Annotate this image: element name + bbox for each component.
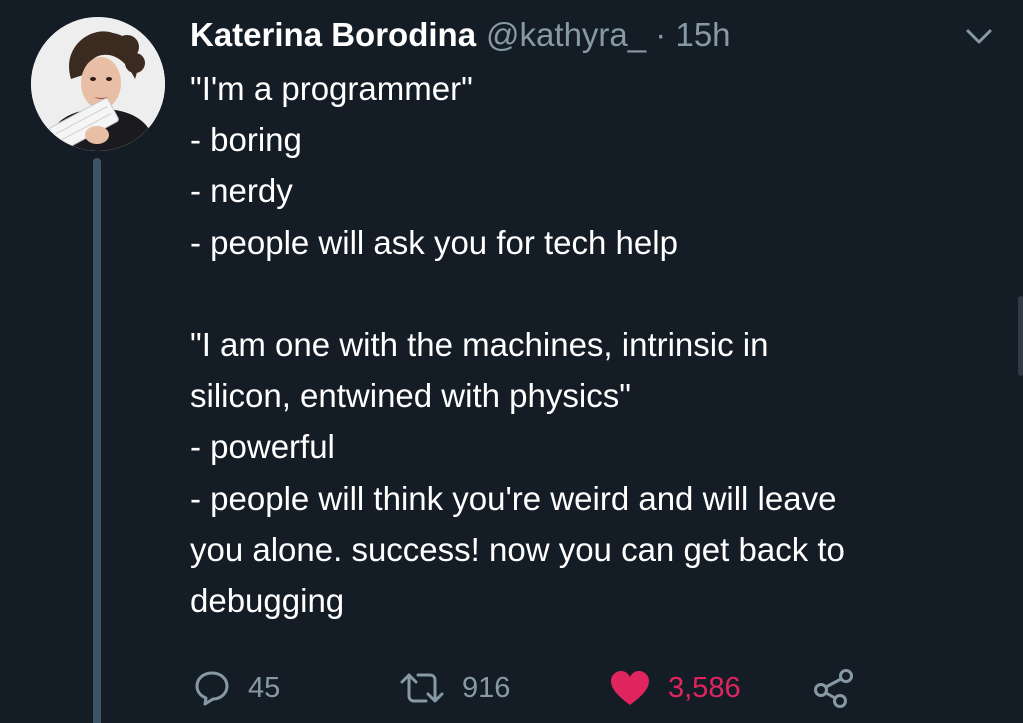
retweet-icon	[400, 673, 444, 703]
tweet-card: Katerina Borodina @kathyra_ · 15h "I'm a …	[0, 0, 1023, 723]
tweet-menu-button[interactable]	[960, 22, 998, 50]
tweet-text-line: silicon, entwined with physics"	[190, 377, 631, 415]
tweet-timestamp[interactable]: 15h	[675, 16, 730, 53]
scrollbar[interactable]	[1018, 296, 1023, 376]
tweet-text-line	[190, 268, 990, 319]
thread-line	[93, 158, 101, 723]
tweet-text-line: "I am one with the machines, intrinsic i…	[190, 325, 769, 363]
tweet-text-line: - nerdy	[190, 172, 293, 210]
tweet-text-line: debugging	[190, 581, 345, 619]
reply-icon	[195, 671, 229, 706]
tweet-text-line: - people will think you're weird and wil…	[190, 479, 837, 517]
chevron-down-icon	[966, 29, 992, 44]
tweet-header: Katerina Borodina @kathyra_ · 15h	[190, 12, 731, 58]
retweet-button[interactable]: 916	[398, 664, 510, 712]
share-button[interactable]	[812, 664, 856, 712]
reply-button[interactable]: 45	[192, 664, 280, 712]
share-icon	[814, 669, 853, 708]
tweet-text-line: - people will ask you for tech help	[190, 223, 678, 261]
like-button[interactable]: 3,586	[608, 664, 741, 712]
avatar[interactable]	[31, 17, 165, 151]
tweet-text-line: "I'm a programmer"	[190, 70, 473, 107]
tweet-text-line: - boring	[190, 121, 302, 159]
tweet-actions: 45 916 3,586	[192, 664, 892, 712]
tweet-text-line: you alone. success! now you can get back…	[190, 530, 845, 568]
header-separator: ·	[655, 16, 667, 53]
author-display-name[interactable]: Katerina Borodina	[190, 16, 476, 53]
tweet-text: "I'm a programmer" - boring - nerdy - pe…	[190, 63, 990, 626]
author-handle[interactable]: @kathyra_	[486, 16, 646, 53]
retweet-count: 916	[462, 671, 511, 704]
like-count: 3,586	[668, 671, 741, 704]
heart-icon	[611, 671, 649, 705]
tweet-text-line: - powerful	[190, 428, 335, 466]
reply-count: 45	[248, 671, 281, 704]
